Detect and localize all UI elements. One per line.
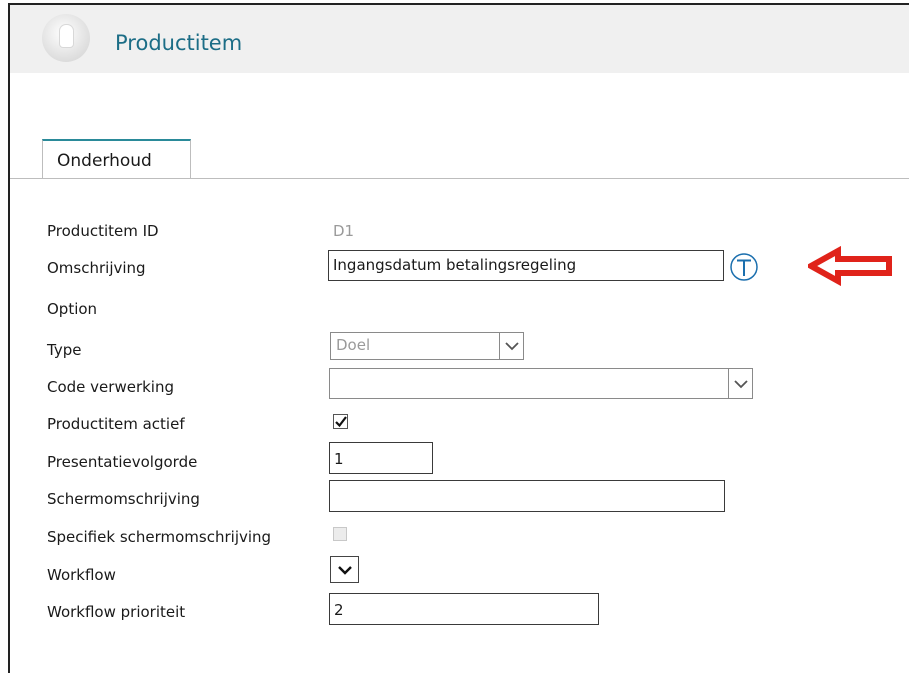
tab-divider xyxy=(10,178,909,179)
presentatievolgorde-label: Presentatievolgorde xyxy=(47,453,198,471)
type-select[interactable]: Doel xyxy=(330,332,524,360)
chevron-down-icon[interactable] xyxy=(331,557,358,582)
productitem-id-label: Productitem ID xyxy=(47,222,159,240)
specifiek-schermomschrijving-checkbox[interactable] xyxy=(333,527,347,541)
workflow-label: Workflow xyxy=(47,566,116,584)
productitem-id-value: D1 xyxy=(333,222,355,240)
schermomschrijving-label: Schermomschrijving xyxy=(47,490,200,508)
schermomschrijving-input[interactable] xyxy=(329,480,725,512)
code-verwerking-label: Code verwerking xyxy=(47,378,174,396)
page-title: Productitem xyxy=(115,31,243,55)
specifiek-schermomschrijving-label: Specifiek schermomschrijving xyxy=(47,528,272,546)
page-header: Productitem xyxy=(10,5,909,73)
workflow-prioriteit-input[interactable]: 2 xyxy=(329,593,599,625)
type-select-value: Doel xyxy=(336,336,371,354)
productitem-actief-checkbox[interactable] xyxy=(333,414,348,429)
workflow-prioriteit-label: Workflow prioriteit xyxy=(47,603,186,621)
annotation-arrow-icon xyxy=(808,246,892,286)
code-verwerking-select[interactable] xyxy=(329,368,753,399)
presentatievolgorde-input[interactable]: 1 xyxy=(329,442,433,474)
tab-onderhoud[interactable]: Onderhoud xyxy=(42,139,191,179)
app-logo-icon xyxy=(42,14,90,62)
type-label: Type xyxy=(47,341,82,359)
translate-t-icon[interactable] xyxy=(729,252,759,282)
checkmark-icon xyxy=(333,414,348,429)
chevron-down-icon[interactable] xyxy=(728,369,752,398)
workflow-select[interactable] xyxy=(330,556,359,583)
productitem-actief-label: Productitem actief xyxy=(47,415,185,433)
chevron-down-icon[interactable] xyxy=(499,333,523,359)
omschrijving-label: Omschrijving xyxy=(47,259,146,277)
omschrijving-input[interactable]: Ingangsdatum betalingsregeling xyxy=(328,250,724,281)
option-label: Option xyxy=(47,300,98,318)
